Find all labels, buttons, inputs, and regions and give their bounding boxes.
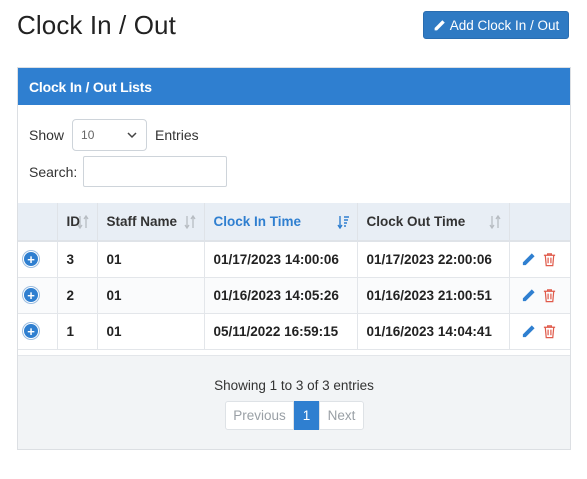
cell-id: 3 bbox=[57, 241, 98, 278]
cell-clock-out: 01/16/2023 21:00:51 bbox=[357, 277, 510, 314]
clock-table: ID Staff Name Clock In Time Clock Out Ti… bbox=[18, 203, 570, 350]
expand-plus-icon[interactable]: + bbox=[23, 251, 39, 268]
add-button-label: Add Clock In / Out bbox=[449, 17, 560, 33]
show-label: Show bbox=[29, 127, 65, 143]
cell-actions bbox=[509, 313, 570, 350]
search-label: Search: bbox=[29, 163, 78, 180]
card-title: Clock In / Out Lists bbox=[18, 68, 570, 105]
actions-column-header bbox=[509, 203, 570, 242]
expand-cell: + bbox=[18, 241, 58, 278]
column-header-id[interactable]: ID bbox=[57, 203, 98, 242]
table-row: + 1 01 05/11/2022 16:59:15 01/16/2023 14… bbox=[18, 313, 570, 350]
search-input[interactable] bbox=[83, 156, 228, 187]
table-info: Showing 1 to 3 of 3 entries bbox=[214, 378, 374, 393]
pagination: Previous 1 Next bbox=[225, 401, 364, 430]
column-header-staff-name-label: Staff Name bbox=[106, 214, 178, 229]
cell-clock-out: 01/17/2023 22:00:06 bbox=[357, 241, 510, 278]
table-header-row: ID Staff Name Clock In Time Clock Out Ti… bbox=[18, 203, 570, 242]
cell-clock-in: 01/16/2023 14:05:26 bbox=[204, 277, 358, 314]
column-header-clock-in-time[interactable]: Clock In Time bbox=[204, 203, 358, 242]
column-header-clock-in-label: Clock In Time bbox=[213, 214, 302, 229]
sort-icon bbox=[183, 215, 196, 229]
delete-trash-icon[interactable] bbox=[542, 288, 557, 303]
edit-pencil-icon[interactable] bbox=[521, 288, 536, 303]
cell-staff-name: 01 bbox=[97, 313, 205, 350]
edit-pencil-icon[interactable] bbox=[521, 324, 536, 339]
cell-id: 2 bbox=[57, 277, 98, 314]
table-footer: Showing 1 to 3 of 3 entries Previous 1 N… bbox=[18, 355, 570, 449]
table-row: + 2 01 01/16/2023 14:05:26 01/16/2023 21… bbox=[18, 277, 570, 314]
cell-id: 1 bbox=[57, 313, 98, 350]
sort-descending-icon bbox=[336, 216, 349, 229]
pagination-previous[interactable]: Previous bbox=[225, 401, 294, 430]
table-row: + 3 01 01/17/2023 14:00:06 01/17/2023 22… bbox=[18, 241, 570, 278]
entries-select-value: 10 bbox=[81, 128, 95, 142]
pagination-page-1[interactable]: 1 bbox=[294, 401, 319, 430]
page-title: Clock In / Out bbox=[17, 10, 176, 40]
expand-plus-icon[interactable]: + bbox=[23, 287, 39, 303]
pencil-icon bbox=[434, 19, 445, 30]
cell-actions bbox=[509, 277, 570, 314]
cell-actions bbox=[509, 241, 570, 278]
edit-pencil-icon[interactable] bbox=[521, 252, 536, 267]
entries-label: Entries bbox=[155, 127, 199, 143]
pagination-next[interactable]: Next bbox=[319, 401, 364, 430]
card-body: Show 10 Entries Search: ID Staff Name Cl… bbox=[18, 105, 570, 355]
column-header-clock-out-label: Clock Out Time bbox=[366, 214, 466, 229]
expand-column-header bbox=[18, 203, 58, 242]
chevron-down-icon bbox=[127, 132, 137, 139]
column-header-staff-name[interactable]: Staff Name bbox=[97, 203, 205, 242]
expand-cell: + bbox=[18, 313, 58, 350]
cell-staff-name: 01 bbox=[97, 277, 205, 314]
cell-clock-in: 01/17/2023 14:00:06 bbox=[204, 241, 358, 278]
expand-plus-icon[interactable]: + bbox=[23, 323, 39, 339]
page-length-control: Show 10 Entries bbox=[29, 119, 199, 151]
clock-list-card: Clock In / Out Lists Show 10 Entries Sea… bbox=[17, 67, 571, 450]
expand-cell: + bbox=[18, 277, 58, 314]
delete-trash-icon[interactable] bbox=[542, 324, 557, 339]
cell-clock-in: 05/11/2022 16:59:15 bbox=[204, 313, 358, 350]
sort-icon bbox=[76, 215, 89, 229]
delete-trash-icon[interactable] bbox=[542, 252, 557, 267]
add-clock-in-out-button[interactable]: Add Clock In / Out bbox=[423, 11, 569, 39]
column-header-clock-out-time[interactable]: Clock Out Time bbox=[357, 203, 510, 242]
search-control: Search: bbox=[29, 156, 228, 187]
cell-clock-out: 01/16/2023 14:04:41 bbox=[357, 313, 510, 350]
entries-select[interactable]: 10 bbox=[72, 119, 148, 151]
sort-icon bbox=[488, 215, 501, 229]
cell-staff-name: 01 bbox=[97, 241, 205, 278]
